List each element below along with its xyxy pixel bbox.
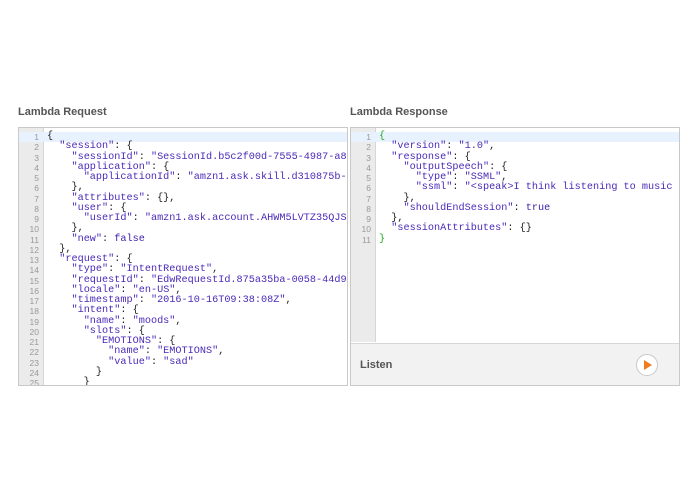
line-number: 4 [366, 162, 371, 173]
line-number: 16 [29, 285, 39, 296]
line-number: 2 [34, 142, 39, 153]
code-line: 25 } [19, 377, 347, 386]
line-number: 10 [361, 224, 371, 235]
code-line: 10 "sessionAttributes": {} [351, 223, 679, 235]
line-number: 3 [34, 152, 39, 163]
line-number: 14 [29, 265, 39, 276]
play-icon [644, 360, 652, 370]
line-number: 8 [34, 203, 39, 214]
line-number: 17 [29, 296, 39, 306]
line-number: 20 [29, 326, 39, 337]
line-number: 4 [34, 162, 39, 173]
code-text: "ssml": "<speak>I think listening to mus… [415, 182, 673, 194]
listen-label: Listen [360, 359, 393, 371]
line-number: 11 [362, 234, 371, 245]
response-panel: 1{2 "version": "1.0", 3 "response": {4 "o… [350, 127, 680, 386]
line-number: 12 [29, 244, 39, 255]
line-number: 19 [29, 316, 39, 327]
play-button[interactable] [636, 354, 658, 376]
line-number: 2 [366, 142, 371, 153]
line-number: 7 [34, 193, 39, 204]
request-editor[interactable]: 1{2 "session": {3 "sessionId": "SessionI… [18, 127, 348, 386]
line-number: 5 [34, 173, 39, 183]
response-editor[interactable]: 1{2 "version": "1.0", 3 "response": {4 "o… [351, 128, 679, 342]
request-panel-title: Lambda Request [18, 106, 107, 118]
response-panel-title: Lambda Response [350, 106, 448, 118]
line-number: 9 [34, 214, 39, 224]
line-number: 3 [366, 152, 371, 163]
line-number: 6 [366, 183, 371, 194]
line-number: 18 [29, 306, 39, 317]
line-number: 25 [29, 378, 39, 386]
response-code[interactable]: 1{2 "version": "1.0", 3 "response": {4 "o… [351, 131, 679, 245]
code-line: 18 "intent": { [19, 305, 347, 317]
code-text: "shouldEndSession": true [403, 202, 551, 214]
code-text: } [379, 233, 386, 245]
line-number: 10 [29, 224, 39, 235]
line-number: 1 [34, 132, 39, 142]
line-number: 23 [29, 357, 39, 368]
line-number: 24 [29, 367, 39, 378]
code-line: 11} [351, 233, 679, 245]
code-line: 6 }, [19, 182, 347, 194]
line-number: 8 [366, 203, 371, 214]
line-number: 1 [366, 132, 371, 142]
code-text: "userId": "amzn1.ask.account.AHWM5LVTZ35… [83, 213, 347, 224]
code-text: "applicationId": "amzn1.ask.skill.d31087… [83, 172, 347, 183]
code-line: 6 "ssml": "<speak>I think listening to m… [351, 182, 679, 194]
line-number: 15 [29, 275, 39, 286]
line-number: 11 [30, 234, 39, 245]
line-number: 22 [29, 347, 39, 358]
code-text: } [47, 377, 90, 386]
line-number: 9 [366, 214, 371, 224]
code-text: "sessionAttributes": {} [391, 223, 532, 235]
line-number: 13 [29, 255, 39, 265]
request-code[interactable]: 1{2 "session": {3 "sessionId": "SessionI… [19, 131, 347, 386]
code-line: 10 }, [19, 223, 347, 235]
line-number: 21 [29, 337, 39, 347]
line-number: 6 [34, 183, 39, 194]
listen-bar: Listen [351, 343, 679, 385]
line-number: 5 [366, 173, 371, 183]
line-number: 7 [366, 193, 371, 204]
